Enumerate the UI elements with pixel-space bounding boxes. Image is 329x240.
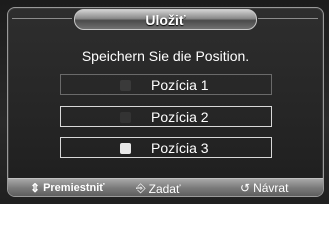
save-dialog: Uložiť Speichern Sie die Position. Pozíc… — [7, 7, 324, 197]
option-label: Pozícia 2 — [151, 109, 209, 125]
title-divider-left — [12, 18, 72, 19]
footer-help-bar: ⇕ Premiestniť ⎆ Zadať ↺ Návrat — [8, 178, 323, 196]
enter-label: Zadať — [148, 181, 181, 196]
footer-move-hint: ⇕ Premiestniť — [30, 181, 105, 195]
footer-back-hint: ↺ Návrat — [240, 181, 288, 195]
position-1-marker-icon — [120, 80, 131, 91]
footer-enter-hint: ⎆ Zadať — [136, 181, 180, 196]
title-divider-right — [258, 18, 318, 19]
option-label: Pozícia 3 — [151, 140, 209, 156]
back-label: Návrat — [253, 181, 289, 195]
position-3-marker-icon — [120, 143, 131, 154]
option-label: Pozícia 1 — [151, 77, 209, 93]
dialog-title: Uložiť — [74, 9, 257, 30]
position-2-marker-icon — [120, 112, 131, 123]
option-position-3[interactable]: Pozícia 3 — [60, 137, 272, 158]
option-position-2[interactable]: Pozícia 2 — [60, 106, 272, 127]
return-icon: ↺ — [240, 181, 251, 195]
option-position-1[interactable]: Pozícia 1 — [60, 74, 272, 95]
move-label: Premiestniť — [43, 182, 105, 194]
enter-icon: ⎆ — [136, 181, 146, 195]
updown-arrows-icon: ⇕ — [30, 181, 41, 195]
tv-screen: Uložiť Speichern Sie die Position. Pozíc… — [0, 0, 329, 204]
dialog-message: Speichern Sie die Position. — [81, 48, 250, 64]
